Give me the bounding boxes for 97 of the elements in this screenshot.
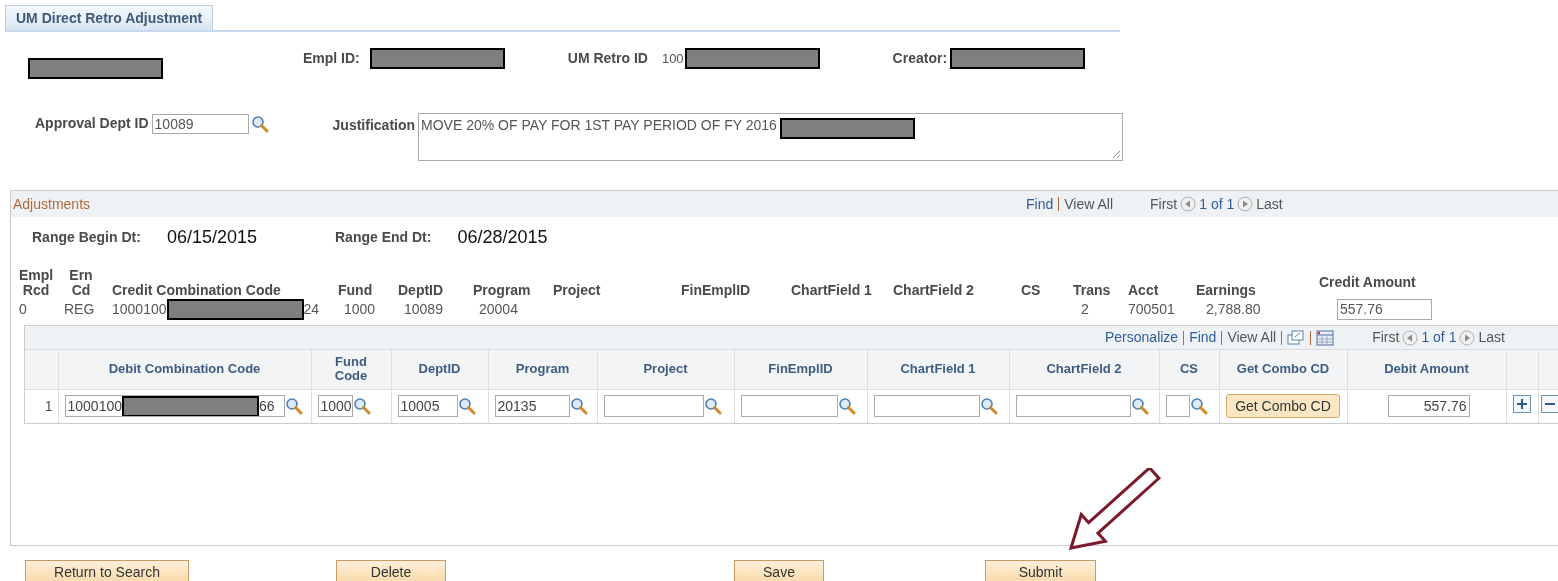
view-all-link[interactable]: View All: [1064, 193, 1113, 215]
search-icon[interactable]: [250, 114, 269, 133]
table-cell-text: REG: [64, 299, 95, 319]
next-icon[interactable]: [1237, 196, 1254, 212]
lookup-field[interactable]: [603, 395, 704, 418]
action-button[interactable]: Delete: [336, 560, 446, 581]
section-title: Adjustments: [13, 194, 92, 214]
column-header: FinEmplID: [768, 361, 833, 377]
search-icon[interactable]: [352, 397, 371, 416]
table-cell-text: 0: [19, 299, 27, 319]
column-header: Credit Amount: [1319, 275, 1416, 290]
lookup-field[interactable]: [1165, 395, 1190, 418]
field-label: Justification: [332, 116, 416, 135]
spreadsheet-icon[interactable]: [1316, 329, 1335, 346]
credit-amount-field[interactable]: 557.76: [1337, 298, 1432, 320]
last-label: Last: [1478, 328, 1505, 347]
table-cell-text: 700501: [1128, 299, 1175, 319]
search-icon[interactable]: [284, 397, 303, 416]
date-value: 06/28/2015: [457, 226, 548, 249]
delete-row-icon[interactable]: [1540, 394, 1558, 413]
first-label: First: [1372, 328, 1400, 347]
column-header: Get Combo CD: [1236, 361, 1330, 377]
column-header: Ern Cd: [68, 268, 94, 298]
table-cell-text: 10089: [404, 299, 443, 319]
code-text: 24: [303, 299, 320, 319]
column-header: Trans: [1073, 283, 1111, 298]
column-header: Project: [643, 361, 688, 377]
code-text: 1000100: [112, 299, 167, 319]
column-header: Program: [473, 283, 531, 298]
previous-icon[interactable]: [1402, 329, 1419, 346]
justification-field[interactable]: MOVE 20% OF PAY FOR 1ST PAY PERIOD OF FY 2016: [418, 113, 1124, 161]
lookup-field[interactable]: 1000: [317, 395, 353, 418]
previous-icon[interactable]: [1180, 196, 1197, 212]
field-label: Empl ID:: [303, 49, 360, 68]
search-icon[interactable]: [569, 397, 588, 416]
column-header: ChartField 1: [900, 361, 976, 377]
lookup-field[interactable]: 20135: [494, 395, 570, 418]
table-cell-text: 2: [1081, 299, 1089, 319]
date-value: 06/15/2015: [166, 226, 257, 249]
find-link[interactable]: Find: [1189, 327, 1217, 348]
search-icon[interactable]: [837, 397, 856, 416]
column-header: DeptID: [418, 361, 461, 377]
popout-icon[interactable]: [1287, 329, 1306, 346]
lookup-field[interactable]: [740, 395, 838, 418]
lookup-field[interactable]: 10005: [397, 395, 458, 418]
action-button[interactable]: Save: [734, 560, 824, 581]
column-header: Debit Combination Code: [108, 361, 261, 377]
column-header: FinEmplID: [681, 283, 751, 298]
column-header: ChartField 2: [893, 283, 974, 298]
field-value: 100: [661, 49, 684, 68]
table-cell-text: 20004: [479, 299, 518, 319]
view-all-link[interactable]: View All: [1227, 327, 1277, 348]
search-icon[interactable]: [1189, 397, 1208, 416]
field-label: Range End Dt:: [335, 228, 432, 247]
search-icon[interactable]: [1130, 397, 1149, 416]
last-label: Last: [1256, 194, 1283, 214]
add-row-icon[interactable]: [1513, 394, 1531, 413]
lookup-field[interactable]: [873, 395, 980, 418]
search-icon[interactable]: [703, 397, 722, 416]
debit-amount-field[interactable]: 557.76: [1387, 395, 1470, 418]
column-header: Earnings: [1196, 283, 1256, 298]
field-label: Creator:: [892, 49, 948, 68]
combination-code-field[interactable]: 1000100 66: [64, 395, 285, 418]
column-header: CS: [1021, 283, 1041, 298]
column-header: Acct: [1128, 283, 1159, 298]
tab[interactable]: UM Direct Retro Adjustment: [5, 5, 214, 30]
column-header: ChartField 2: [1046, 361, 1122, 377]
column-header: Program: [515, 361, 570, 377]
column-header: DeptID: [398, 283, 444, 298]
first-label: First: [1150, 194, 1178, 214]
page-count: 1 of 1: [1421, 328, 1457, 347]
column-header: Project: [553, 283, 601, 298]
lookup-field[interactable]: [1015, 395, 1131, 418]
column-header: ChartField 1: [791, 283, 872, 298]
field-label: Range Begin Dt:: [32, 228, 141, 247]
next-icon[interactable]: [1459, 329, 1476, 346]
find-link[interactable]: Find: [1026, 193, 1054, 215]
get-combo-button[interactable]: Get Combo CD: [1226, 394, 1340, 419]
search-icon[interactable]: [979, 397, 998, 416]
column-header: Debit Amount: [1384, 361, 1469, 377]
column-header: CS: [1179, 361, 1199, 377]
column-header: Credit Combination Code: [112, 283, 281, 298]
field-label: Approval Dept ID: [35, 114, 149, 133]
page-count: 1 of 1: [1199, 194, 1235, 214]
column-header: Fund: [338, 283, 373, 298]
row-number: 1: [44, 397, 53, 414]
column-header: Empl Rcd: [19, 268, 53, 298]
table-cell-text: 1000: [344, 299, 376, 319]
action-button[interactable]: Return to Search: [25, 560, 189, 581]
resize-grip-icon[interactable]: [1112, 150, 1122, 159]
dept-id-field[interactable]: 10089: [151, 113, 249, 134]
field-label: UM Retro ID: [567, 49, 648, 68]
column-header: Fund Code: [334, 355, 368, 384]
personalize-link[interactable]: Personalize: [1105, 327, 1179, 348]
search-icon[interactable]: [457, 397, 476, 416]
action-button[interactable]: Submit: [985, 560, 1096, 581]
table-cell-text: 2,788.80: [1206, 299, 1261, 319]
